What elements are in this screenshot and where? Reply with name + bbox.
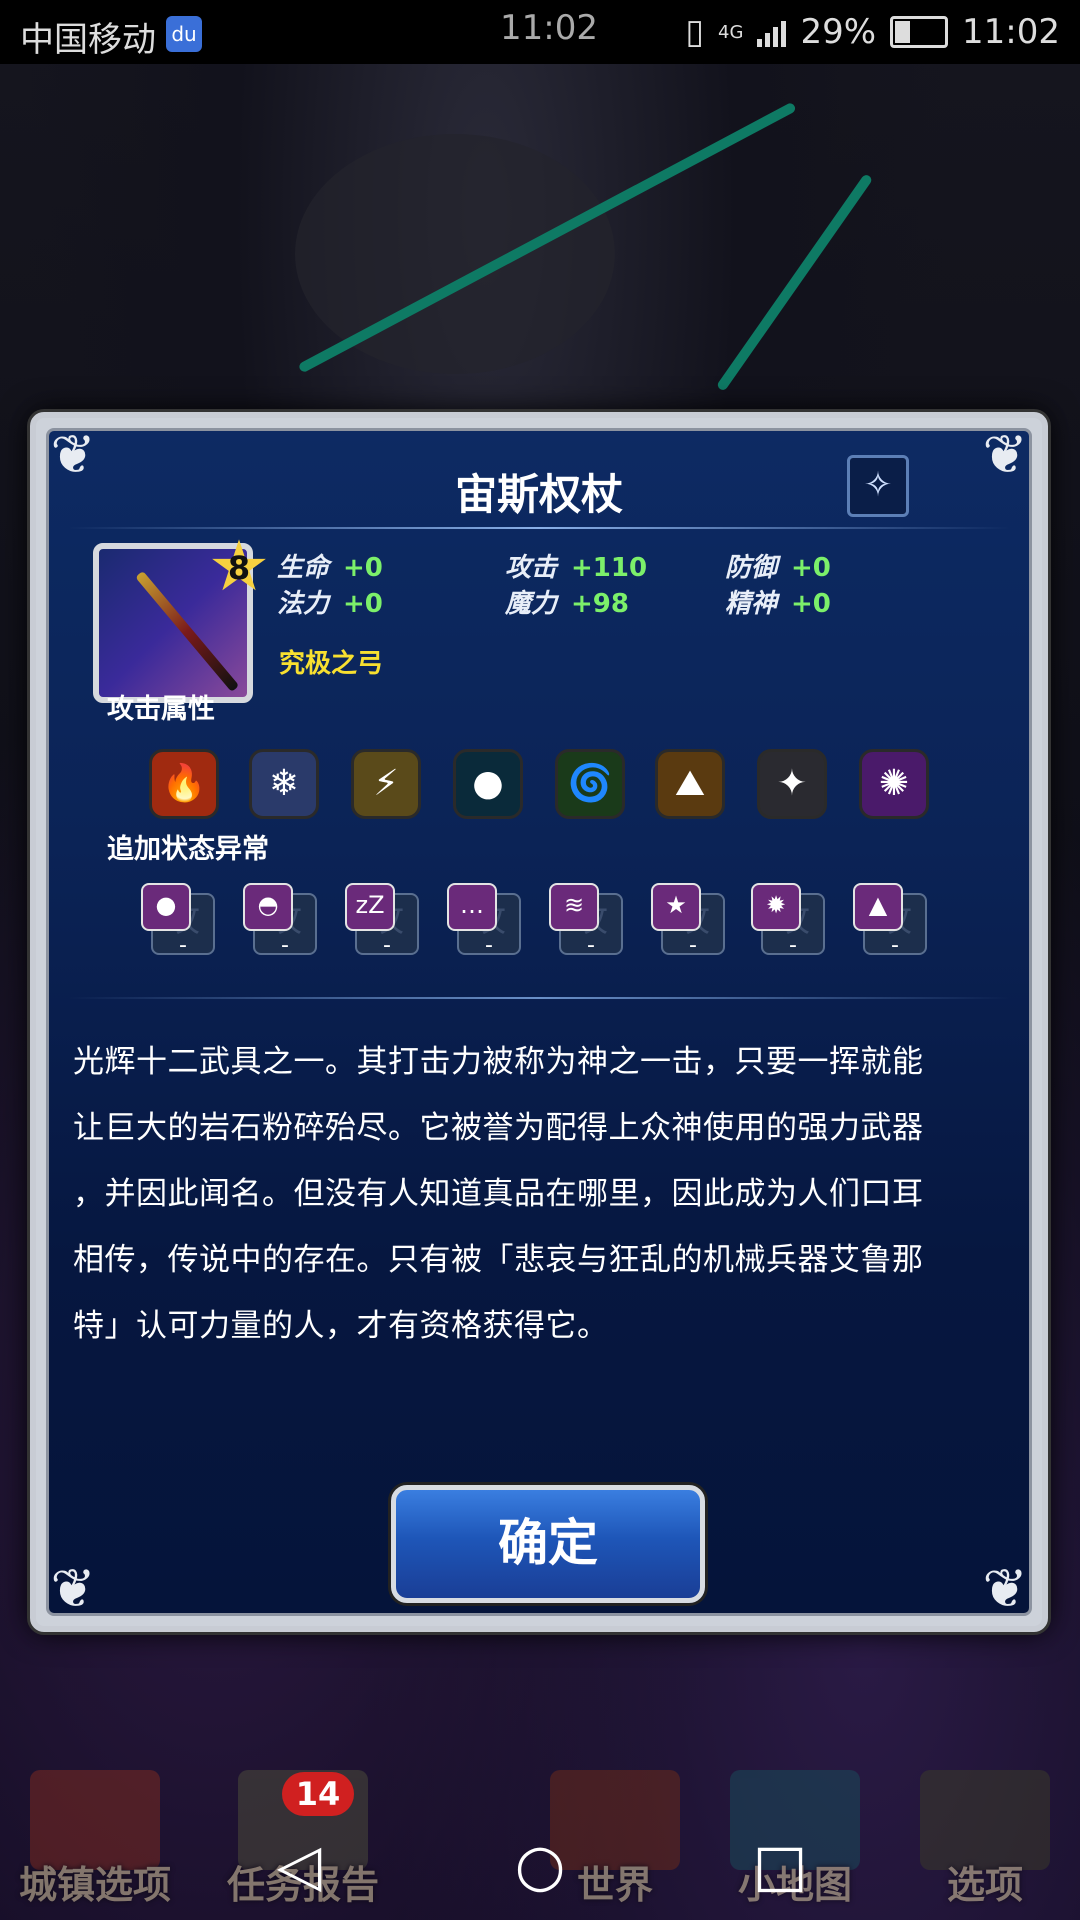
status-bar: 中国移动 du 11:02 ▯ 4G 29% 11:02 <box>0 0 1080 64</box>
wind-icon: 🌀 <box>555 749 625 819</box>
status-slot: 攻-◓ <box>243 883 317 958</box>
overlay-clock: 11:02 <box>500 8 598 48</box>
baidu-app-icon: du <box>166 16 202 52</box>
earth-icon: ⛰ <box>655 749 725 819</box>
corner-ornament-icon: ❦ <box>982 1557 1028 1620</box>
signal-icon <box>757 17 787 47</box>
confirm-button[interactable]: 确定 <box>391 1485 705 1603</box>
holy-icon: ✦ <box>757 749 827 819</box>
description-line: 特」认可力量的人，才有资格获得它。 <box>73 1308 609 1344</box>
status-slot-value: - <box>281 933 289 958</box>
vibrate-icon: ▯ <box>685 12 705 52</box>
stat-mag-label: 魔力 <box>505 589 558 619</box>
corner-ornament-icon: ❦ <box>50 1557 96 1620</box>
stat-hp: 生命 +0 <box>277 547 383 584</box>
stat-mp-label: 法力 <box>277 589 330 619</box>
home-icon[interactable]: ○ <box>505 1830 575 1900</box>
stat-atk: 攻击 +110 <box>505 547 647 584</box>
stat-hp-label: 生命 <box>277 553 330 583</box>
poison-icon: ● <box>141 883 191 931</box>
battery-icon <box>890 16 949 48</box>
sleep-icon: zZ <box>345 883 395 931</box>
attack-element-label: 攻击属性 <box>107 694 215 725</box>
description-line: 让巨大的岩石粉碎殆尽。它被誉为配得上众神使用的强力武器 <box>73 1110 924 1146</box>
status-slot-value: - <box>891 933 899 958</box>
description-line: 相传，传说中的存在。只有被「悲哀与狂乱的机械兵器艾鲁那 <box>73 1242 924 1278</box>
status-slot: 攻-● <box>141 883 215 958</box>
status-slot: 攻-★ <box>651 883 725 958</box>
status-slot: 攻-✹ <box>751 883 825 958</box>
stun-icon: ✹ <box>751 883 801 931</box>
stat-mag: 魔力 +98 <box>505 583 629 620</box>
description-line: ，并因此闻名。但没有人知道真品在哪里，因此成为人们口耳 <box>73 1176 924 1212</box>
dark-icon: ✺ <box>859 749 929 819</box>
stat-atk-value: +110 <box>571 553 648 583</box>
confuse-icon: ★ <box>651 883 701 931</box>
ice-icon: ❄ <box>249 749 319 819</box>
stat-def-label: 防御 <box>725 553 778 583</box>
silence-icon: … <box>447 883 497 931</box>
item-detail-dialog: ❦ ❦ ❦ ❦ 宙斯权杖 ✧ ★ 8 生命 +0 法力 +0 攻击 +110 魔力 +9… <box>30 412 1048 1632</box>
stat-spr-value: +0 <box>791 589 831 619</box>
status-slot-value: - <box>689 933 697 958</box>
lightning-icon: ⚡ <box>351 749 421 819</box>
rarity-level: 8 <box>227 549 251 587</box>
water-icon: ● <box>453 749 523 819</box>
item-description: 光辉十二武具之一。其打击力被称为神之一击，只要一挥就能 让巨大的岩石粉碎殆尽。它被… <box>73 1029 999 1359</box>
clock-hand-decoration <box>715 173 874 392</box>
fire-icon: 🔥 <box>149 749 219 819</box>
stat-spr-label: 精神 <box>725 589 778 619</box>
status-slot-value: - <box>383 933 391 958</box>
network-type: 4G <box>718 21 744 43</box>
stat-atk-label: 攻击 <box>505 553 558 583</box>
status-ailment-label: 追加状态异常 <box>107 834 269 865</box>
system-nav-bar: ◁ ○ □ <box>0 1808 1080 1920</box>
blind-icon: ◓ <box>243 883 293 931</box>
section-divider <box>69 997 1009 999</box>
description-line: 光辉十二武具之一。其打击力被称为神之一击，只要一挥就能 <box>73 1044 924 1080</box>
clock: 11:02 <box>962 12 1060 52</box>
petrify-icon: ▲ <box>853 883 903 931</box>
staff-icon: ✧ <box>847 455 909 517</box>
ultimate-label: 究极之弓 <box>279 649 384 679</box>
moon-decoration <box>295 134 615 374</box>
stat-mp: 法力 +0 <box>277 583 383 620</box>
dialog-body: ❦ ❦ ❦ ❦ 宙斯权杖 ✧ ★ 8 生命 +0 法力 +0 攻击 +110 魔力 +9… <box>46 425 1032 1620</box>
recents-icon[interactable]: □ <box>745 1830 815 1900</box>
status-slot: 攻-… <box>447 883 521 958</box>
stat-def-value: +0 <box>791 553 831 583</box>
stat-spr: 精神 +0 <box>725 583 831 620</box>
stat-mag-value: +98 <box>571 589 629 619</box>
stat-mp-value: +0 <box>343 589 383 619</box>
status-slot-value: - <box>587 933 595 958</box>
battery-percent: 29% <box>800 12 877 52</box>
stat-def: 防御 +0 <box>725 547 831 584</box>
status-slot: 攻-zZ <box>345 883 419 958</box>
carrier-name: 中国移动 <box>20 20 156 60</box>
back-icon[interactable]: ◁ <box>264 1830 334 1900</box>
status-slot: 攻-▲ <box>853 883 927 958</box>
status-slot: 攻-≋ <box>549 883 623 958</box>
paralyze-icon: ≋ <box>549 883 599 931</box>
stat-hp-value: +0 <box>343 553 383 583</box>
status-slot-value: - <box>789 933 797 958</box>
status-slot-value: - <box>179 933 187 958</box>
status-slot-value: - <box>485 933 493 958</box>
